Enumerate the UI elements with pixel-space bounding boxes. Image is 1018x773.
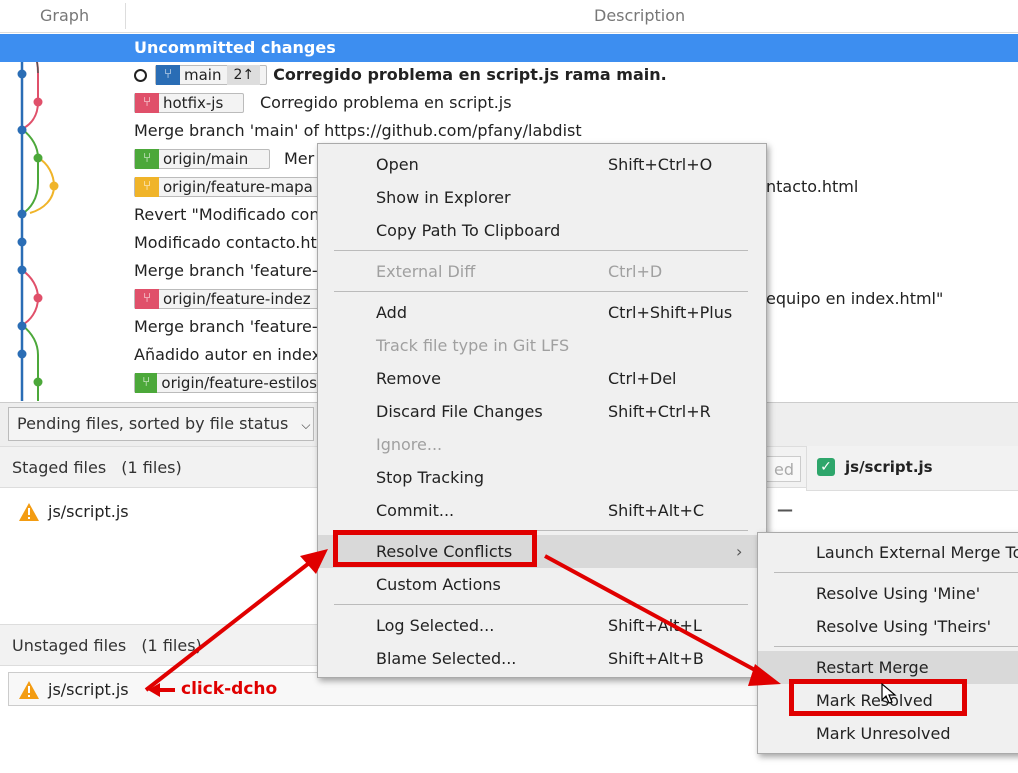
arrow-to-mark-resolved bbox=[544, 554, 767, 678]
arrow-to-resolve-conflicts bbox=[144, 558, 315, 692]
annotation-arrows bbox=[144, 549, 781, 697]
